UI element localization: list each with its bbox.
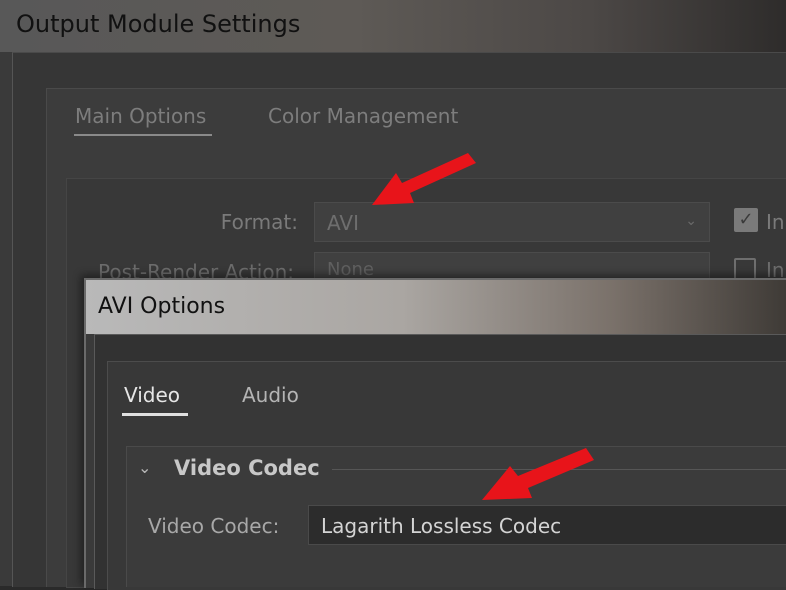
video-codec-select[interactable]: Lagarith Lossless Codec (308, 505, 786, 545)
checkmark-icon: ✓ (738, 209, 754, 230)
tab-main-options-underline (74, 134, 212, 136)
chevron-down-icon: ⌄ (685, 213, 697, 229)
format-label: Format: (220, 210, 298, 234)
video-codec-section-title[interactable]: Video Codec (174, 456, 320, 480)
avi-options-title: AVI Options (98, 294, 226, 319)
output-module-titlebar[interactable]: Output Module Settings (0, 0, 786, 52)
tab-main-options[interactable]: Main Options (75, 104, 206, 128)
avi-options-titlebar[interactable]: AVI Options (86, 280, 786, 334)
video-codec-value: Lagarith Lossless Codec (321, 514, 562, 538)
tab-video-underline (122, 413, 188, 416)
annotation-arrow-format (372, 153, 476, 205)
secondary-checkbox[interactable] (734, 258, 756, 280)
chevron-down-icon[interactable]: ⌄ (138, 458, 151, 477)
output-module-title: Output Module Settings (16, 10, 301, 38)
include-checkbox-label: In (766, 210, 785, 234)
video-codec-label: Video Codec: (148, 514, 280, 538)
annotation-arrow-codec (482, 448, 594, 500)
tab-color-management[interactable]: Color Management (268, 104, 458, 128)
include-checkbox[interactable]: ✓ (734, 208, 758, 232)
tab-audio[interactable]: Audio (242, 383, 299, 407)
post-render-value: None (327, 259, 374, 280)
tab-video[interactable]: Video (124, 383, 180, 407)
